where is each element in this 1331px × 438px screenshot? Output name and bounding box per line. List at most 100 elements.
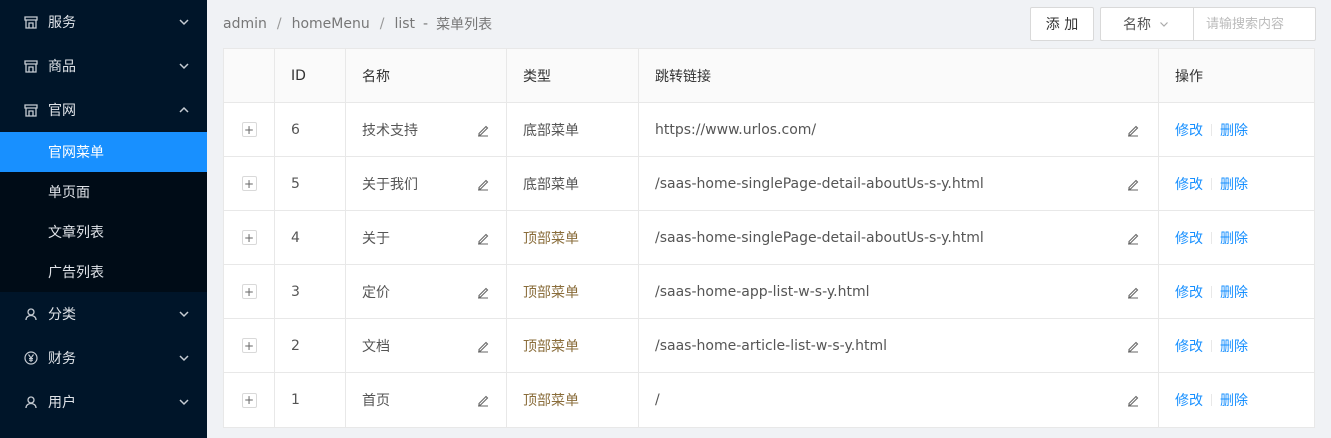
sidebar-item-finance[interactable]: 财务 <box>0 336 207 380</box>
breadcrumb-item-homemenu[interactable]: homeMenu <box>292 16 370 32</box>
cell-actions: 修改 删除 <box>1159 103 1314 156</box>
breadcrumb-separator: / <box>379 16 385 32</box>
search-input[interactable] <box>1193 7 1316 41</box>
sidebar-item-products[interactable]: 商品 <box>0 44 207 88</box>
edit-icon[interactable] <box>476 393 490 407</box>
cell-id: 2 <box>275 319 346 372</box>
edit-link[interactable]: 修改 <box>1175 282 1203 302</box>
header-type: 类型 <box>507 49 639 102</box>
search-field-select-value: 名称 <box>1123 17 1151 33</box>
edit-link[interactable]: 修改 <box>1175 336 1203 356</box>
header-expand-cell <box>224 49 275 102</box>
expand-row-button[interactable]: + <box>241 284 257 299</box>
edit-icon[interactable] <box>1126 393 1140 407</box>
delete-link[interactable]: 删除 <box>1220 390 1248 410</box>
edit-link[interactable]: 修改 <box>1175 120 1203 140</box>
breadcrumb-item-admin[interactable]: admin <box>223 16 267 32</box>
yen-icon <box>24 351 38 365</box>
cell-type: 底部菜单 <box>507 157 639 210</box>
sidebar-item-label: 官网 <box>48 103 76 119</box>
delete-link[interactable]: 删除 <box>1220 120 1248 140</box>
edit-link[interactable]: 修改 <box>1175 228 1203 248</box>
edit-icon[interactable] <box>1126 339 1140 353</box>
expand-row-button[interactable]: + <box>241 338 257 353</box>
sidebar-item-article-list[interactable]: 文章列表 <box>0 212 207 252</box>
user-icon <box>24 395 38 409</box>
delete-link[interactable]: 删除 <box>1220 228 1248 248</box>
expand-row-button[interactable]: + <box>241 122 257 137</box>
cell-name: 关于我们 <box>346 157 507 210</box>
add-button[interactable]: 添 加 <box>1030 7 1094 41</box>
header-id: ID <box>275 49 346 102</box>
cell-link-text: /saas-home-singlePage-detail-aboutUs-s-y… <box>655 175 984 192</box>
delete-link[interactable]: 删除 <box>1220 336 1248 356</box>
cell-name: 技术支持 <box>346 103 507 156</box>
edit-icon[interactable] <box>476 339 490 353</box>
chevron-down-icon <box>179 309 189 319</box>
table-row: +4 关于 顶部菜单/saas-home-singlePage-detail-abo… <box>224 211 1314 265</box>
cell-link: /saas-home-singlePage-detail-aboutUs-s-y… <box>639 211 1159 264</box>
expand-cell: + <box>224 211 275 264</box>
search-field-select[interactable]: 名称 <box>1100 7 1193 41</box>
table-row: +2 文档 顶部菜单/saas-home-article-list-w-s-y.ht… <box>224 319 1314 373</box>
website-submenu: 官网菜单 单页面 文章列表 广告列表 <box>0 132 207 292</box>
sidebar-item-website[interactable]: 官网 <box>0 88 207 132</box>
sidebar-item-services[interactable]: 服务 <box>0 0 207 44</box>
edit-icon[interactable] <box>1126 177 1140 191</box>
cell-link-text: https://www.urlos.com/ <box>655 121 817 138</box>
breadcrumb-dash: - <box>423 16 429 32</box>
sidebar-item-website-menu[interactable]: 官网菜单 <box>0 132 207 172</box>
sidebar-item-label: 分类 <box>48 307 76 323</box>
cell-name: 关于 <box>346 211 507 264</box>
cell-name: 文档 <box>346 319 507 372</box>
expand-row-button[interactable]: + <box>241 176 257 191</box>
edit-icon[interactable] <box>476 285 490 299</box>
cell-actions: 修改 删除 <box>1159 157 1314 210</box>
cell-id: 5 <box>275 157 346 210</box>
action-divider <box>1211 177 1212 190</box>
table-body: +6 技术支持 底部菜单 https://www.urlos.com/修改 删除 +5 关于… <box>224 103 1314 427</box>
edit-icon[interactable] <box>476 177 490 191</box>
table-row: +5 关于我们 底部菜单/saas-home-singlePage-detail-a… <box>224 157 1314 211</box>
expand-row-button[interactable]: + <box>241 392 257 408</box>
user-icon <box>24 307 38 321</box>
edit-icon[interactable] <box>1126 123 1140 137</box>
cell-name: 定价 <box>346 265 507 318</box>
table-row: +6 技术支持 底部菜单 https://www.urlos.com/修改 删除 <box>224 103 1314 157</box>
cell-link-text: /saas-home-app-list-w-s-y.html <box>655 283 870 300</box>
sidebar-item-label: 商品 <box>48 59 76 75</box>
chevron-down-icon <box>179 397 189 407</box>
cell-link: /saas-home-singlePage-detail-aboutUs-s-y… <box>639 157 1159 210</box>
sidebar-item-single-page[interactable]: 单页面 <box>0 172 207 212</box>
expand-row-button[interactable]: + <box>241 230 257 245</box>
sidebar-item-category[interactable]: 分类 <box>0 292 207 336</box>
cell-link-text: /saas-home-article-list-w-s-y.html <box>655 337 888 354</box>
sidebar-item-label: 官网菜单 <box>48 145 104 161</box>
delete-link[interactable]: 删除 <box>1220 174 1248 194</box>
delete-link[interactable]: 删除 <box>1220 282 1248 302</box>
edit-link[interactable]: 修改 <box>1175 390 1203 410</box>
expand-cell: + <box>224 265 275 318</box>
chevron-down-icon <box>179 61 189 71</box>
toolbar: 添 加 名称 <box>1030 7 1316 41</box>
sidebar: 服务 商品 官网 官网菜单 单页面 文章列表 广告列表 分类 财务 用户 <box>0 0 207 438</box>
sidebar-item-label: 财务 <box>48 351 76 367</box>
edit-icon[interactable] <box>476 123 490 137</box>
sidebar-item-users[interactable]: 用户 <box>0 380 207 424</box>
action-divider <box>1211 285 1212 298</box>
expand-cell: + <box>224 319 275 372</box>
sidebar-item-ad-list[interactable]: 广告列表 <box>0 252 207 292</box>
action-divider <box>1211 339 1212 352</box>
cell-id: 4 <box>275 211 346 264</box>
edit-icon[interactable] <box>476 231 490 245</box>
edit-icon[interactable] <box>1126 285 1140 299</box>
cell-type: 顶部菜单 <box>507 373 639 427</box>
edit-link[interactable]: 修改 <box>1175 174 1203 194</box>
edit-icon[interactable] <box>1126 231 1140 245</box>
table-header-row: ID 名称 类型 跳转链接 操作 <box>224 49 1314 103</box>
cell-actions: 修改 删除 <box>1159 265 1314 318</box>
cell-link-text: /saas-home-singlePage-detail-aboutUs-s-y… <box>655 229 984 246</box>
shop-icon <box>24 103 38 117</box>
sidebar-item-label: 服务 <box>48 15 76 31</box>
cell-name-text: 关于 <box>362 230 390 247</box>
